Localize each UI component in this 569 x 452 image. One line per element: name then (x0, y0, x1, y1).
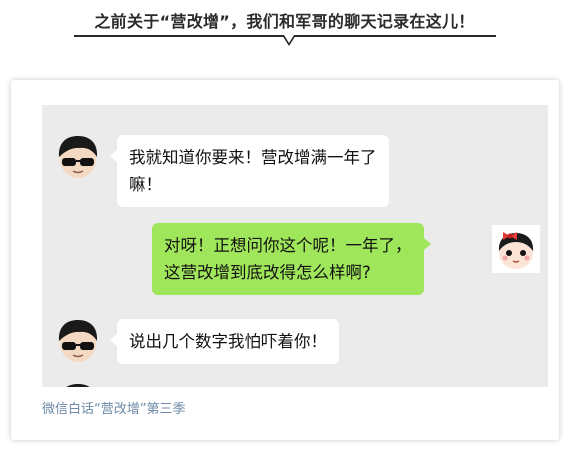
chat-bubble-line: 我就知道你要来！营改增满一年了 (129, 148, 377, 167)
speech-pointer-icon (282, 35, 296, 46)
girl-bow-avatar-icon (492, 225, 540, 273)
heading-title: 之前关于“营改增”，我们和军哥的聊天记录在这儿！ (94, 12, 475, 31)
boy-sunglasses-avatar-icon (54, 381, 102, 387)
chat-bubble-line: 这营改增到底改得怎么样啊? (164, 263, 371, 282)
boy-sunglasses-avatar-icon (54, 317, 102, 365)
chat-bubble-line: 嘛！ (129, 175, 162, 194)
image-caption: 微信白话“营改增”第三季 (42, 402, 186, 417)
chat-bubble-line: 说出几个数字我怕吓着你！ (129, 332, 327, 351)
chat-bubble-outgoing: 对呀！正想问你这个呢！一年了， 这营改增到底改得怎么样啊? (152, 223, 430, 295)
heading-banner: 之前关于“营改增”，我们和军哥的聊天记录在这儿！ (0, 0, 569, 50)
chat-screenshot: 我就知道你要来！营改增满一年了 嘛！ 对呀！正想问你这个呢！一年了， 这营改增到… (42, 105, 548, 387)
chat-bubble-line: 对呀！正想问你这个呢！一年了， (164, 236, 412, 255)
chat-bubble-incoming: 说出几个数字我怕吓着你！ (110, 319, 339, 364)
chat-bubble-incoming: 我就知道你要来！营改增满一年了 嘛！ (110, 135, 389, 207)
boy-sunglasses-avatar-icon (54, 133, 102, 181)
